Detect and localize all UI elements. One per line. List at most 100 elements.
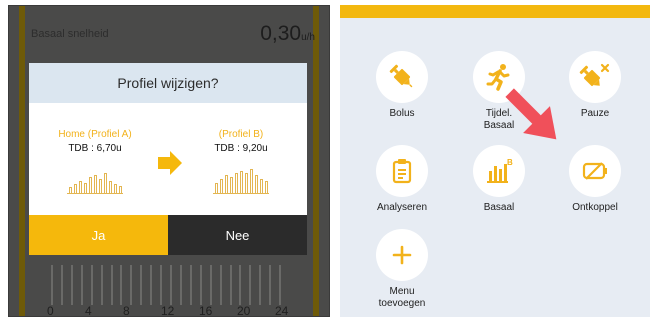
background-chart-bar	[70, 265, 73, 305]
menu-item-pause-label: Pauze	[580, 108, 610, 119]
background-chart-bar	[239, 265, 242, 305]
mini-chart-bar	[94, 175, 97, 193]
top-accent-bar	[340, 5, 650, 18]
mini-chart-bar	[230, 177, 233, 193]
axis-tick-label: 4	[85, 304, 92, 317]
menu-item-disconnect-circle[interactable]	[569, 145, 621, 197]
menu-item-bolus-label: Bolus	[389, 108, 415, 119]
rate-number: 0,30	[260, 22, 302, 45]
basal-profile-chart	[51, 261, 287, 305]
to-profile-name: (Profiel B)	[218, 129, 264, 140]
background-chart-bar	[179, 265, 182, 305]
from-profile-tdb: TDB : 6,70u	[68, 143, 122, 154]
menu-item-analyse-label: Analyseren	[376, 202, 428, 213]
no-button[interactable]: Nee	[168, 215, 307, 255]
mini-chart-bar	[84, 183, 87, 193]
menu-item-basal[interactable]: B Basaal	[459, 145, 539, 214]
mini-chart-bar	[79, 181, 82, 193]
background-chart-bar	[269, 265, 272, 305]
mini-chart-bar	[99, 179, 102, 193]
menu-item-bolus-circle[interactable]	[376, 51, 428, 103]
from-profile-chart-icon	[67, 168, 123, 194]
mini-chart-bar	[89, 177, 92, 193]
menu-item-bolus[interactable]: Bolus	[362, 51, 442, 120]
background-chart-bar	[80, 265, 83, 305]
mini-chart-bar	[69, 187, 72, 193]
axis-tick-label: 20	[237, 304, 251, 317]
mini-chart-bar	[235, 173, 238, 193]
disconnect-icon	[582, 162, 607, 180]
mini-chart-bar	[119, 186, 122, 193]
from-profile-name: Home (Profiel A)	[58, 129, 132, 140]
syringe-x-icon	[579, 63, 610, 87]
background-chart-bar	[130, 265, 133, 305]
background-chart-bar	[90, 265, 93, 305]
background-chart-bar	[259, 265, 262, 305]
menu-item-pause[interactable]: Pauze	[555, 51, 635, 120]
yes-button[interactable]: Ja	[29, 215, 168, 255]
mini-chart-bar	[225, 175, 228, 193]
to-profile-tdb: TDB : 9,20u	[214, 143, 268, 154]
menu-item-basal-label: Basaal	[483, 202, 515, 213]
mini-chart-bar	[260, 179, 263, 193]
background-chart-bar	[110, 265, 113, 305]
background-chart-bar	[60, 265, 63, 305]
menu-item-add-menu-label: Menu toevoegen	[378, 286, 426, 309]
axis-tick-label: 12	[161, 304, 175, 317]
left-rail	[19, 6, 25, 316]
plus-icon	[392, 245, 412, 265]
background-chart-bar	[160, 265, 163, 305]
menu-item-add-menu[interactable]: Menu toevoegen	[362, 229, 442, 310]
svg-text:B: B	[507, 158, 513, 167]
to-profile-chart-icon	[213, 168, 269, 194]
mini-chart-bar	[104, 173, 107, 193]
axis-tick-label: 0	[47, 304, 54, 317]
menu-item-pause-circle[interactable]	[569, 51, 621, 103]
syringe-icon	[389, 64, 413, 88]
menu-item-disconnect-label: Ontkoppel	[572, 202, 618, 213]
basal-rate-title: Basaal snelheid	[31, 28, 109, 40]
basal-chart-icon: B	[487, 158, 513, 183]
axis-tick-label: 24	[275, 304, 289, 317]
menu-item-analyse[interactable]: Analyseren	[362, 145, 442, 214]
right-screen: Bolus Tijdel. Basaal Pauze Analyseren B …	[340, 5, 650, 317]
mini-chart-bar	[114, 184, 117, 193]
background-chart-bar	[51, 265, 53, 305]
background-chart-bar	[249, 265, 252, 305]
background-chart-bar	[150, 265, 153, 305]
basal-rate-value: 0,30u/h	[260, 22, 315, 46]
mini-chart-bar	[250, 169, 253, 193]
menu-item-add-menu-circle[interactable]	[376, 229, 428, 281]
background-chart-bar	[229, 265, 232, 305]
from-profile: Home (Profiel A) TDB : 6,70u	[55, 129, 135, 154]
highlight-arrow-icon	[505, 88, 557, 140]
mini-chart-bar	[74, 184, 77, 193]
background-chart-bar	[199, 265, 202, 305]
background-chart-bar	[140, 265, 143, 305]
mini-chart-bar	[220, 179, 223, 193]
menu-item-basal-circle[interactable]: B	[473, 145, 525, 197]
mini-chart-bar	[255, 175, 258, 193]
background-chart-bar	[279, 265, 282, 305]
axis-tick-label: 16	[199, 304, 213, 317]
background-chart-bar	[120, 265, 123, 305]
left-screen: Basaal snelheid 0,30u/h 0 4 8 12 16 20 24 Prof…	[8, 5, 330, 317]
background-chart-bar	[219, 265, 222, 305]
axis-tick-label: 8	[123, 304, 130, 317]
menu-item-disconnect[interactable]: Ontkoppel	[555, 145, 635, 214]
background-chart-bar	[209, 265, 212, 305]
mini-chart-bar	[109, 181, 112, 193]
mini-chart-bar	[240, 171, 243, 193]
mini-chart-bar	[265, 181, 268, 193]
mini-chart-bar	[245, 173, 248, 193]
dialog-title: Profiel wijzigen?	[29, 63, 307, 103]
menu-item-analyse-circle[interactable]	[376, 145, 428, 197]
right-rail	[313, 6, 319, 316]
mini-chart-bar	[215, 183, 218, 193]
background-chart-bar	[100, 265, 103, 305]
clipboard-icon	[392, 159, 412, 184]
arrow-right-icon	[158, 151, 182, 175]
change-profile-dialog: Profiel wijzigen? Home (Profiel A) TDB :…	[29, 63, 307, 255]
chart-hour-axis: 0 4 8 12 16 20 24	[47, 304, 299, 317]
background-chart-bar	[189, 265, 192, 305]
